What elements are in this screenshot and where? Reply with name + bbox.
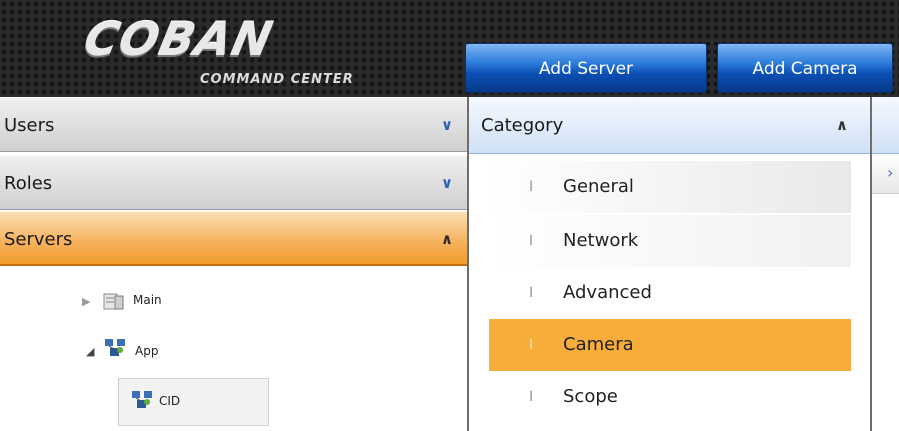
server-icon bbox=[103, 293, 124, 310]
network-icon bbox=[105, 339, 125, 356]
category-item-advanced[interactable]: I Advanced bbox=[489, 267, 851, 319]
category-item-label: Network bbox=[563, 230, 639, 251]
category-item-scope[interactable]: I Scope bbox=[489, 371, 851, 423]
collapse-arrow-icon[interactable]: ◢ bbox=[86, 345, 94, 358]
item-marker: I bbox=[529, 337, 534, 353]
item-marker: I bbox=[529, 285, 534, 301]
category-item-label: General bbox=[563, 176, 634, 197]
accordion-roles[interactable]: Roles ∨ bbox=[0, 155, 467, 210]
category-item-general[interactable]: I General bbox=[489, 161, 851, 213]
tree-node-main-label: Main bbox=[133, 293, 162, 307]
app-header: COBAN COMMAND CENTER Add Server Add Came… bbox=[0, 0, 899, 97]
item-marker: I bbox=[529, 233, 534, 249]
category-item-network[interactable]: I Network bbox=[489, 215, 851, 267]
chevron-down-icon[interactable]: ∨ bbox=[441, 98, 453, 153]
chevron-down-icon[interactable]: ∨ bbox=[441, 156, 453, 211]
category-item-label: Advanced bbox=[563, 282, 652, 303]
chevron-up-icon[interactable]: ∧ bbox=[836, 97, 848, 154]
item-marker: I bbox=[529, 179, 534, 195]
expand-arrow-icon[interactable]: ▶ bbox=[82, 295, 90, 308]
category-header[interactable]: Category ∧ bbox=[469, 97, 870, 154]
logo-subtitle: COMMAND CENTER bbox=[200, 72, 354, 87]
add-camera-button[interactable]: Add Camera bbox=[717, 43, 893, 93]
right-panel-row[interactable]: › bbox=[872, 157, 899, 194]
accordion-servers-label: Servers bbox=[4, 229, 73, 250]
add-server-button[interactable]: Add Server bbox=[465, 43, 707, 93]
right-panel: › bbox=[872, 97, 899, 431]
category-item-label: Camera bbox=[563, 334, 634, 355]
category-item-label: Scope bbox=[563, 386, 618, 407]
category-item-camera[interactable]: I Camera bbox=[489, 319, 851, 371]
chevron-up-icon[interactable]: ∧ bbox=[441, 212, 453, 267]
accordion-roles-label: Roles bbox=[4, 173, 53, 194]
category-header-label: Category bbox=[481, 115, 564, 136]
category-panel: Category ∧ I General I Network I Advance… bbox=[469, 97, 870, 431]
network-icon bbox=[132, 391, 152, 408]
accordion-users[interactable]: Users ∨ bbox=[0, 97, 467, 152]
tree-node-app-label: App bbox=[135, 344, 159, 358]
chevron-right-icon[interactable]: › bbox=[887, 163, 893, 182]
accordion-users-label: Users bbox=[4, 115, 55, 136]
coban-logo: COBAN COMMAND CENTER bbox=[79, 12, 385, 94]
item-marker: I bbox=[529, 389, 534, 405]
right-panel-header[interactable] bbox=[872, 97, 899, 154]
accordion-servers[interactable]: Servers ∧ bbox=[0, 211, 467, 266]
tree-node-cid-label: CID bbox=[159, 394, 181, 408]
logo-text: COBAN bbox=[79, 12, 278, 66]
